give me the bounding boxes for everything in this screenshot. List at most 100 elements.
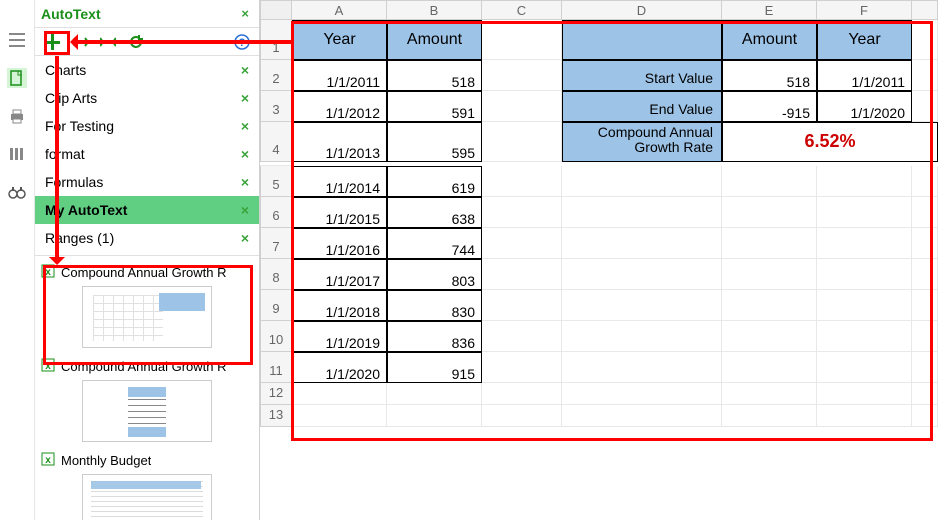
autotext-entry[interactable]: xCompound Annual Growth R	[41, 262, 253, 348]
cell-year[interactable]: 1/1/2020	[817, 91, 912, 122]
category-item[interactable]: Ranges (1)×	[35, 224, 259, 252]
cell-amount[interactable]: 836	[387, 321, 482, 352]
cell[interactable]	[562, 383, 722, 405]
cell[interactable]	[482, 290, 562, 321]
cell[interactable]	[387, 383, 482, 405]
cell[interactable]	[562, 290, 722, 321]
entry-thumbnail[interactable]	[82, 286, 212, 348]
category-list[interactable]: Charts×Clip Arts×For Testing×format×Form…	[35, 56, 259, 256]
cell-year[interactable]: 1/1/2013	[292, 122, 387, 162]
header-year[interactable]: Year	[292, 20, 387, 60]
row-header[interactable]: 7	[260, 228, 292, 259]
col-B[interactable]: B	[387, 0, 482, 20]
cell[interactable]	[482, 20, 562, 60]
row-header[interactable]: 5	[260, 166, 292, 197]
cell[interactable]	[482, 383, 562, 405]
cell[interactable]	[722, 405, 817, 427]
col-F[interactable]: F	[817, 0, 912, 20]
delete-icon[interactable]: ×	[241, 174, 249, 190]
cell-amount[interactable]: -915	[722, 91, 817, 122]
header-amount-right[interactable]: Amount	[722, 20, 817, 60]
cell[interactable]	[292, 383, 387, 405]
row-header[interactable]: 2	[260, 60, 292, 91]
cell[interactable]	[482, 166, 562, 197]
expand-icon[interactable]	[71, 33, 89, 51]
label-cagr[interactable]: Compound AnnualGrowth Rate	[562, 122, 722, 162]
category-item[interactable]: Sentences×	[35, 252, 259, 256]
cell[interactable]	[562, 259, 722, 290]
cell-overflow[interactable]	[912, 91, 938, 122]
cell-amount[interactable]: 518	[722, 60, 817, 91]
printer-icon[interactable]	[7, 106, 27, 126]
cell-overflow[interactable]	[912, 321, 938, 352]
cell-overflow[interactable]	[912, 20, 938, 60]
cell-amount[interactable]: 830	[387, 290, 482, 321]
cell-year[interactable]: 1/1/2017	[292, 259, 387, 290]
label-start-value[interactable]: Start Value	[562, 60, 722, 91]
refresh-icon[interactable]	[127, 33, 145, 51]
cell[interactable]	[292, 405, 387, 427]
cell[interactable]	[482, 405, 562, 427]
cell[interactable]	[482, 197, 562, 228]
cell-amount[interactable]: 638	[387, 197, 482, 228]
row-header[interactable]: 6	[260, 197, 292, 228]
cell[interactable]	[817, 321, 912, 352]
cell-amount[interactable]: 591	[387, 91, 482, 122]
header-blank-d[interactable]	[562, 20, 722, 60]
cell-year[interactable]: 1/1/2011	[292, 60, 387, 91]
cell[interactable]	[562, 321, 722, 352]
cell-overflow[interactable]	[912, 290, 938, 321]
cell-overflow[interactable]	[912, 197, 938, 228]
cell[interactable]	[482, 321, 562, 352]
help-icon[interactable]: ?	[233, 33, 251, 51]
file-icon[interactable]	[7, 68, 27, 88]
cell[interactable]	[817, 197, 912, 228]
row-header[interactable]: 13	[260, 405, 292, 427]
cell[interactable]	[482, 259, 562, 290]
col-E[interactable]: E	[722, 0, 817, 20]
cell-year[interactable]: 1/1/2019	[292, 321, 387, 352]
cell-overflow[interactable]	[912, 405, 938, 427]
cell-overflow[interactable]	[912, 60, 938, 91]
binoculars-icon[interactable]	[7, 182, 27, 202]
menu-icon[interactable]	[7, 30, 27, 50]
col-C[interactable]: C	[482, 0, 562, 20]
cell[interactable]	[722, 259, 817, 290]
cell[interactable]	[722, 321, 817, 352]
entry-thumbnail[interactable]	[82, 474, 212, 520]
cell[interactable]	[482, 228, 562, 259]
cell-year[interactable]: 1/1/2014	[292, 166, 387, 197]
cell-amount[interactable]: 915	[387, 352, 482, 383]
row-header[interactable]: 9	[260, 290, 292, 321]
cell[interactable]	[562, 405, 722, 427]
cell[interactable]	[562, 228, 722, 259]
cell-amount[interactable]: 518	[387, 60, 482, 91]
cell[interactable]	[817, 166, 912, 197]
cell-amount[interactable]: 744	[387, 228, 482, 259]
row-header[interactable]: 3	[260, 91, 292, 122]
cell-overflow[interactable]	[912, 383, 938, 405]
cell[interactable]	[482, 352, 562, 383]
cell[interactable]	[387, 405, 482, 427]
autotext-entry[interactable]: xCompound Annual Growth R	[41, 356, 253, 442]
delete-icon[interactable]: ×	[241, 230, 249, 246]
cell-amount[interactable]: 595	[387, 122, 482, 162]
row-header[interactable]: 12	[260, 383, 292, 405]
row-header[interactable]: 8	[260, 259, 292, 290]
cell-overflow[interactable]	[912, 259, 938, 290]
cell[interactable]	[722, 166, 817, 197]
header-year-right[interactable]: Year	[817, 20, 912, 60]
cell-year[interactable]: 1/1/2016	[292, 228, 387, 259]
category-item[interactable]: My AutoText×	[35, 196, 259, 224]
cell[interactable]	[562, 166, 722, 197]
delete-icon[interactable]: ×	[241, 146, 249, 162]
delete-icon[interactable]: ×	[241, 62, 249, 78]
cell-overflow[interactable]	[912, 228, 938, 259]
label-end-value[interactable]: End Value	[562, 91, 722, 122]
category-item[interactable]: Charts×	[35, 56, 259, 84]
columns-icon[interactable]	[7, 144, 27, 164]
row-header[interactable]: 4	[260, 122, 292, 162]
cell-year[interactable]: 1/1/2012	[292, 91, 387, 122]
row-header[interactable]: 11	[260, 352, 292, 383]
cell-year[interactable]: 1/1/2011	[817, 60, 912, 91]
